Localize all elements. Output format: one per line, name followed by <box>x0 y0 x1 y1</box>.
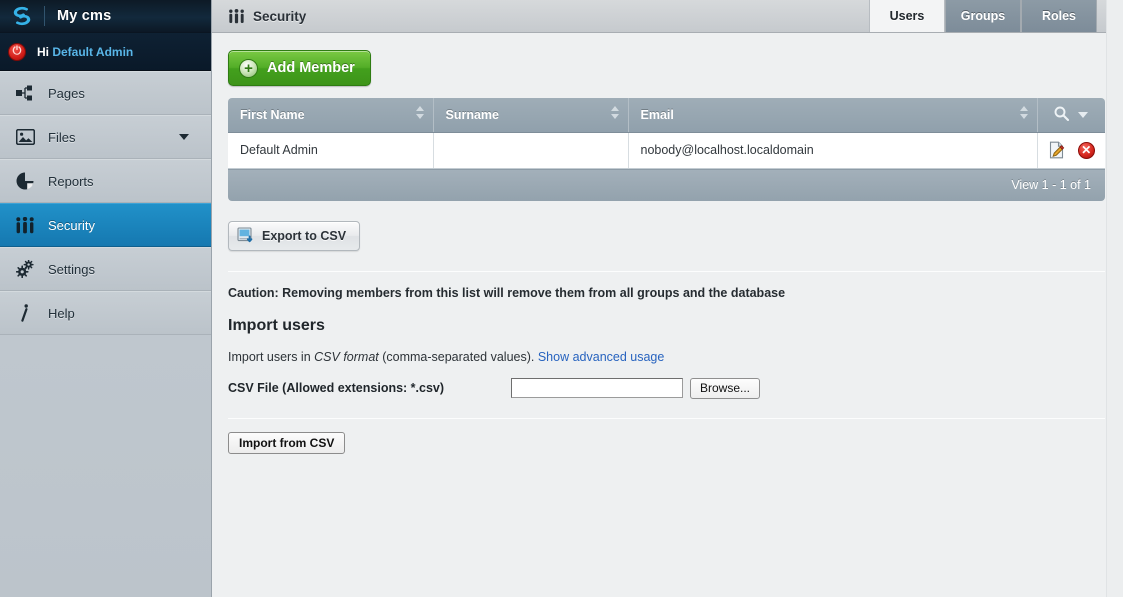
logo-bar[interactable]: My cms <box>0 0 211 33</box>
greeting-word: Hi <box>37 44 49 59</box>
column-header-surname[interactable]: Surname <box>433 98 629 133</box>
chevron-down-icon[interactable] <box>1078 111 1089 118</box>
sort-arrows-icon[interactable] <box>610 105 619 119</box>
column-header-actions <box>1037 98 1105 133</box>
pagination-summary: View 1 - 1 of 1 <box>1011 178 1091 192</box>
plus-circle-icon: + <box>239 58 258 78</box>
greeting-text: Hi Default Admin <box>37 45 133 59</box>
silverstripe-logo-icon <box>6 4 39 28</box>
gears-icon <box>14 258 36 280</box>
table-head: First Name Surname Email <box>228 98 1105 133</box>
search-icon[interactable] <box>1054 106 1070 124</box>
tab-roles[interactable]: Roles <box>1021 0 1097 32</box>
column-header-first-name[interactable]: First Name <box>228 98 434 133</box>
sidebar-item-files[interactable]: Files <box>0 115 211 159</box>
cms-title: My cms <box>57 8 112 24</box>
sidebar-item-label: Reports <box>48 173 94 189</box>
sidebar-item-label: Help <box>48 305 75 321</box>
main-panel: Security Users Groups Roles + Add Member <box>212 0 1123 597</box>
table-header-row: First Name Surname Email <box>228 98 1105 133</box>
tab-groups[interactable]: Groups <box>945 0 1021 32</box>
import-heading: Import users <box>228 316 325 334</box>
export-csv-label: Export to CSV <box>262 228 347 243</box>
page-title-text: Security <box>253 8 307 24</box>
sidebar-item-label: Settings <box>48 261 95 277</box>
divider <box>228 417 1105 419</box>
cell-surname <box>433 132 629 169</box>
cell-actions: ✕ <box>1037 132 1105 169</box>
csv-export-icon <box>237 227 254 244</box>
csv-file-label: CSV File (Allowed extensions: *.csv) <box>228 381 445 395</box>
power-icon[interactable]: ⏻ <box>8 42 26 61</box>
column-label: First Name <box>240 107 305 122</box>
divider <box>228 270 1105 272</box>
sidebar-item-label: Pages <box>48 85 85 101</box>
column-label: Email <box>640 107 674 122</box>
profile-link[interactable]: Default Admin <box>52 45 133 59</box>
sidebar-item-pages[interactable]: Pages <box>0 71 211 115</box>
import-desc-suffix: (comma-separated values). <box>378 349 538 364</box>
export-csv-button[interactable]: Export to CSV <box>228 220 361 251</box>
sidebar-item-label: Files <box>48 129 76 145</box>
members-table: First Name Surname Email Default Admin n… <box>228 98 1105 169</box>
cell-first-name: Default Admin <box>228 132 434 169</box>
people-icon <box>228 8 245 24</box>
sidebar-item-security[interactable]: Security <box>0 203 211 247</box>
add-member-label: Add Member <box>267 60 355 76</box>
page-title: Security <box>212 9 306 24</box>
sidebar: My cms ⏻ Hi Default Admin Pages Files Re… <box>0 0 212 597</box>
edit-pencil-icon[interactable] <box>1048 141 1066 159</box>
add-member-button[interactable]: + Add Member <box>228 50 371 86</box>
sidebar-item-help[interactable]: Help <box>0 291 211 335</box>
image-icon <box>14 126 36 148</box>
csv-file-row: CSV File (Allowed extensions: *.csv) Bro… <box>228 377 1105 399</box>
tab-bar: Users Groups Roles <box>869 0 1097 32</box>
sidebar-nav: Pages Files Reports Security Settings He… <box>0 71 211 335</box>
sitetree-icon <box>14 82 36 104</box>
profile-bar: ⏻ Hi Default Admin <box>0 33 211 71</box>
grid-footer: View 1 - 1 of 1 <box>228 168 1105 201</box>
import-desc-italic: CSV format <box>314 349 379 364</box>
chevron-down-icon[interactable] <box>179 134 189 140</box>
column-label: Surname <box>445 107 500 122</box>
logo-divider <box>44 6 45 26</box>
sidebar-item-label: Security <box>48 217 95 233</box>
caution-text: Caution: Removing members from this list… <box>228 285 786 300</box>
pie-chart-icon <box>14 170 36 192</box>
table-row[interactable]: Default Admin nobody@localhost.localdoma… <box>228 132 1105 169</box>
right-edge-strip <box>1106 0 1123 597</box>
browse-button[interactable]: Browse... <box>690 377 761 399</box>
sort-arrows-icon[interactable] <box>415 105 424 119</box>
sidebar-item-reports[interactable]: Reports <box>0 159 211 203</box>
cell-email: nobody@localhost.localdomain <box>628 132 1038 169</box>
members-grid: First Name Surname Email Default Admin n… <box>228 98 1105 201</box>
tab-users[interactable]: Users <box>869 0 945 32</box>
cms-app: My cms ⏻ Hi Default Admin Pages Files Re… <box>0 0 1123 597</box>
sidebar-item-settings[interactable]: Settings <box>0 247 211 291</box>
import-desc-prefix: Import users in <box>228 349 315 364</box>
topbar: Security Users Groups Roles <box>212 0 1123 33</box>
file-input-group: Browse... <box>511 377 761 399</box>
people-icon <box>14 214 36 236</box>
sort-arrows-icon[interactable] <box>1019 105 1028 119</box>
content-area: + Add Member First Name Surname Email De… <box>212 34 1123 597</box>
column-header-email[interactable]: Email <box>628 98 1038 133</box>
csv-file-input[interactable] <box>511 378 683 398</box>
import-description: Import users in CSV format (comma-separa… <box>228 350 1105 364</box>
table-body: Default Admin nobody@localhost.localdoma… <box>228 132 1105 169</box>
show-advanced-usage-link[interactable]: Show advanced usage <box>538 350 664 364</box>
delete-circle-icon[interactable]: ✕ <box>1077 141 1095 159</box>
info-icon <box>14 302 36 324</box>
import-from-csv-button[interactable]: Import from CSV <box>228 431 346 454</box>
